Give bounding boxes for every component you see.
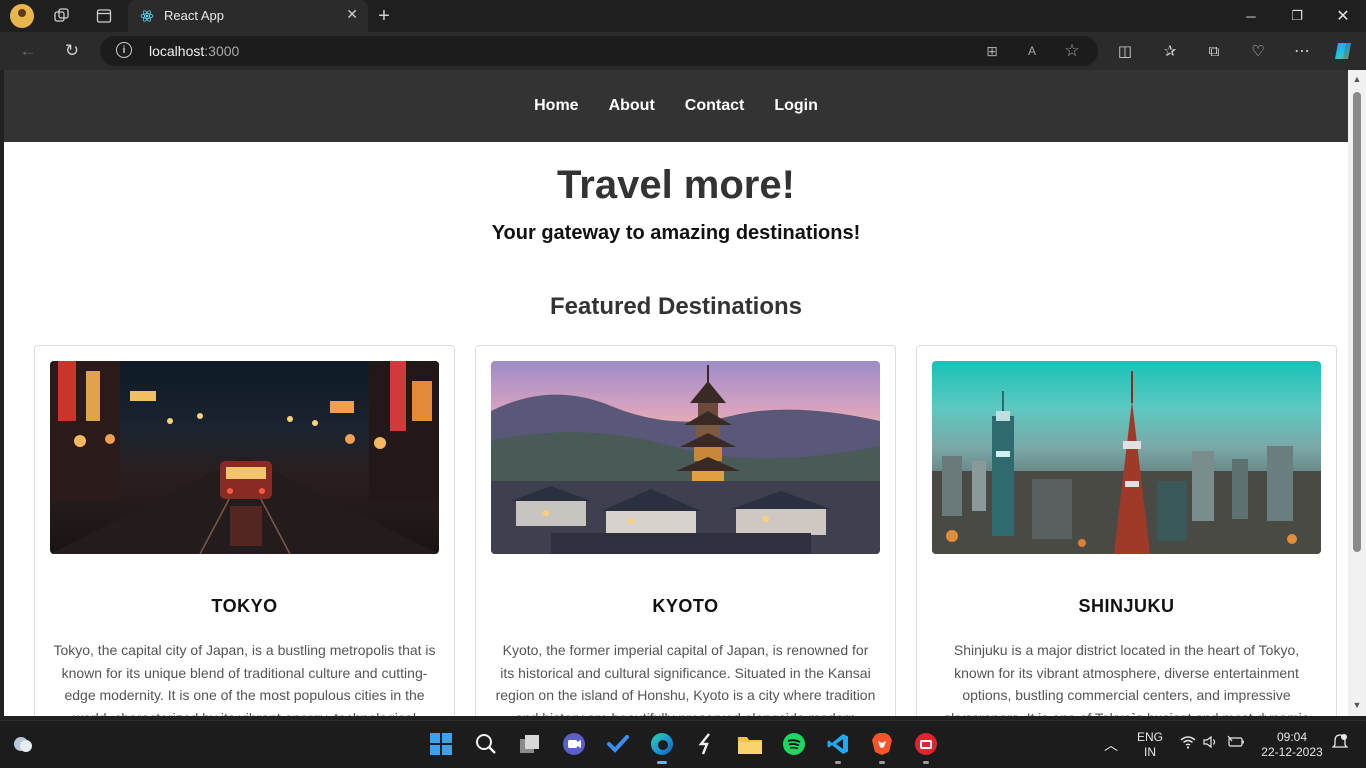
tab-react-app[interactable]: React App ✕ <box>128 0 368 32</box>
workspaces-icon[interactable] <box>50 4 74 28</box>
site-info-icon[interactable]: i <box>116 42 132 58</box>
browser-essentials-icon[interactable]: ♡ <box>1246 39 1270 63</box>
brave-icon[interactable] <box>869 731 895 764</box>
hero-subtitle: Your gateway to amazing destinations! <box>491 222 861 244</box>
hero-title: Travel more! <box>557 163 795 207</box>
scroll-down-icon[interactable]: ▼ <box>1352 700 1362 710</box>
nav-contact-link[interactable]: Contact <box>685 97 745 115</box>
windows-start-icon[interactable] <box>428 731 454 757</box>
more-icon[interactable]: ⋯ <box>1290 39 1314 63</box>
clock[interactable]: 09:04 22-12-2023 <box>1256 730 1328 760</box>
red-app-icon[interactable] <box>913 731 939 764</box>
refresh-icon[interactable]: ↻ <box>60 39 84 63</box>
todo-icon[interactable] <box>605 731 631 757</box>
show-hidden-icons-icon[interactable]: ︿ <box>1104 735 1118 755</box>
windows-taskbar: ︿ ENG IN 09:04 22-12-2023 <box>0 720 1366 768</box>
close-icon[interactable]: ✕ <box>346 6 358 23</box>
favorites-icon[interactable]: ✰ <box>1158 39 1182 63</box>
battery-icon[interactable] <box>1227 735 1245 752</box>
shinjuku-image <box>932 361 1321 554</box>
spotify-icon[interactable] <box>781 731 807 757</box>
nav-home-link[interactable]: Home <box>534 97 578 115</box>
destination-card-kyoto[interactable]: KYOTO Kyoto, the former imperial capital… <box>475 345 896 716</box>
kyoto-image <box>491 361 880 554</box>
destination-title: TOKYO <box>211 596 278 616</box>
featured-destinations-heading: Featured Destinations <box>549 293 803 320</box>
clock-time: 09:04 <box>1276 730 1308 744</box>
page-viewport: Home About Contact Login Travel more! Yo… <box>4 70 1348 716</box>
window-close-icon[interactable]: ✕ <box>1320 0 1366 32</box>
read-aloud-icon[interactable]: A <box>1022 41 1042 61</box>
url-host: localhost <box>149 43 205 59</box>
new-tab-icon[interactable]: + <box>372 4 396 28</box>
clock-date: 22-12-2023 <box>1261 745 1323 759</box>
language-line-1: ENG <box>1136 730 1163 744</box>
favorite-star-icon[interactable]: ☆ <box>1062 41 1082 61</box>
url-text[interactable]: localhost:3000 <box>149 43 239 59</box>
scroll-up-icon[interactable]: ▲ <box>1352 74 1362 84</box>
terminal-app-icon[interactable] <box>693 731 719 757</box>
destination-card-tokyo[interactable]: TOKYO Tokyo, the capital city of Japan, … <box>34 345 455 716</box>
tab-title: React App <box>164 8 224 23</box>
url-port: :3000 <box>204 43 240 59</box>
task-view-icon[interactable] <box>517 731 543 757</box>
site-navbar: Home About Contact Login <box>4 70 1348 142</box>
language-line-2: IN <box>1144 745 1156 759</box>
back-icon[interactable]: ← <box>16 39 40 63</box>
browser-tab-bar: React App ✕ + ─ ❐ ✕ <box>0 0 1366 32</box>
weather-icon[interactable] <box>10 731 36 757</box>
copilot-icon[interactable] <box>1331 39 1355 63</box>
page-scrollbar[interactable]: ▲ ▼ <box>1348 70 1366 716</box>
destination-description: Shinjuku is a major district located in … <box>944 642 1309 716</box>
tokyo-image <box>50 361 439 554</box>
apps-icon[interactable]: ⊞ <box>982 41 1002 61</box>
nav-login-link[interactable]: Login <box>774 97 818 115</box>
edge-icon[interactable] <box>649 731 675 764</box>
minimize-icon[interactable]: ─ <box>1228 0 1274 32</box>
profile-avatar[interactable] <box>10 4 34 28</box>
destination-cards: TOKYO Tokyo, the capital city of Japan, … <box>34 345 1338 716</box>
destination-description: Kyoto, the former imperial capital of Ja… <box>495 642 876 716</box>
url-input[interactable]: i localhost:3000 ⊞ A ☆ <box>100 36 1098 66</box>
search-icon[interactable] <box>473 731 499 757</box>
split-screen-icon[interactable]: ◫ <box>1113 39 1137 63</box>
destination-title: SHINJUKU <box>1078 596 1175 616</box>
destination-card-shinjuku[interactable]: SHINJUKU Shinjuku is a major district lo… <box>916 345 1337 716</box>
react-favicon <box>140 10 154 22</box>
restore-icon[interactable]: ❐ <box>1274 0 1320 32</box>
tab-actions-icon[interactable] <box>92 4 116 28</box>
collections-icon[interactable]: ⧉ <box>1202 39 1226 63</box>
volume-icon[interactable] <box>1203 735 1219 752</box>
destination-description: Tokyo, the capital city of Japan, is a b… <box>53 642 436 716</box>
vscode-icon[interactable] <box>825 731 851 764</box>
nav-about-link[interactable]: About <box>609 97 655 115</box>
notifications-icon[interactable] <box>1331 733 1349 754</box>
language-indicator[interactable]: ENG IN <box>1134 730 1166 760</box>
scroll-thumb[interactable] <box>1353 92 1361 552</box>
file-explorer-icon[interactable] <box>737 731 763 757</box>
meet-icon[interactable] <box>561 731 587 757</box>
wifi-icon[interactable] <box>1180 735 1196 752</box>
browser-address-bar: ← ↻ i localhost:3000 ⊞ A ☆ ◫ ✰ ⧉ ♡ ⋯ <box>0 32 1366 70</box>
destination-title: KYOTO <box>652 596 719 616</box>
